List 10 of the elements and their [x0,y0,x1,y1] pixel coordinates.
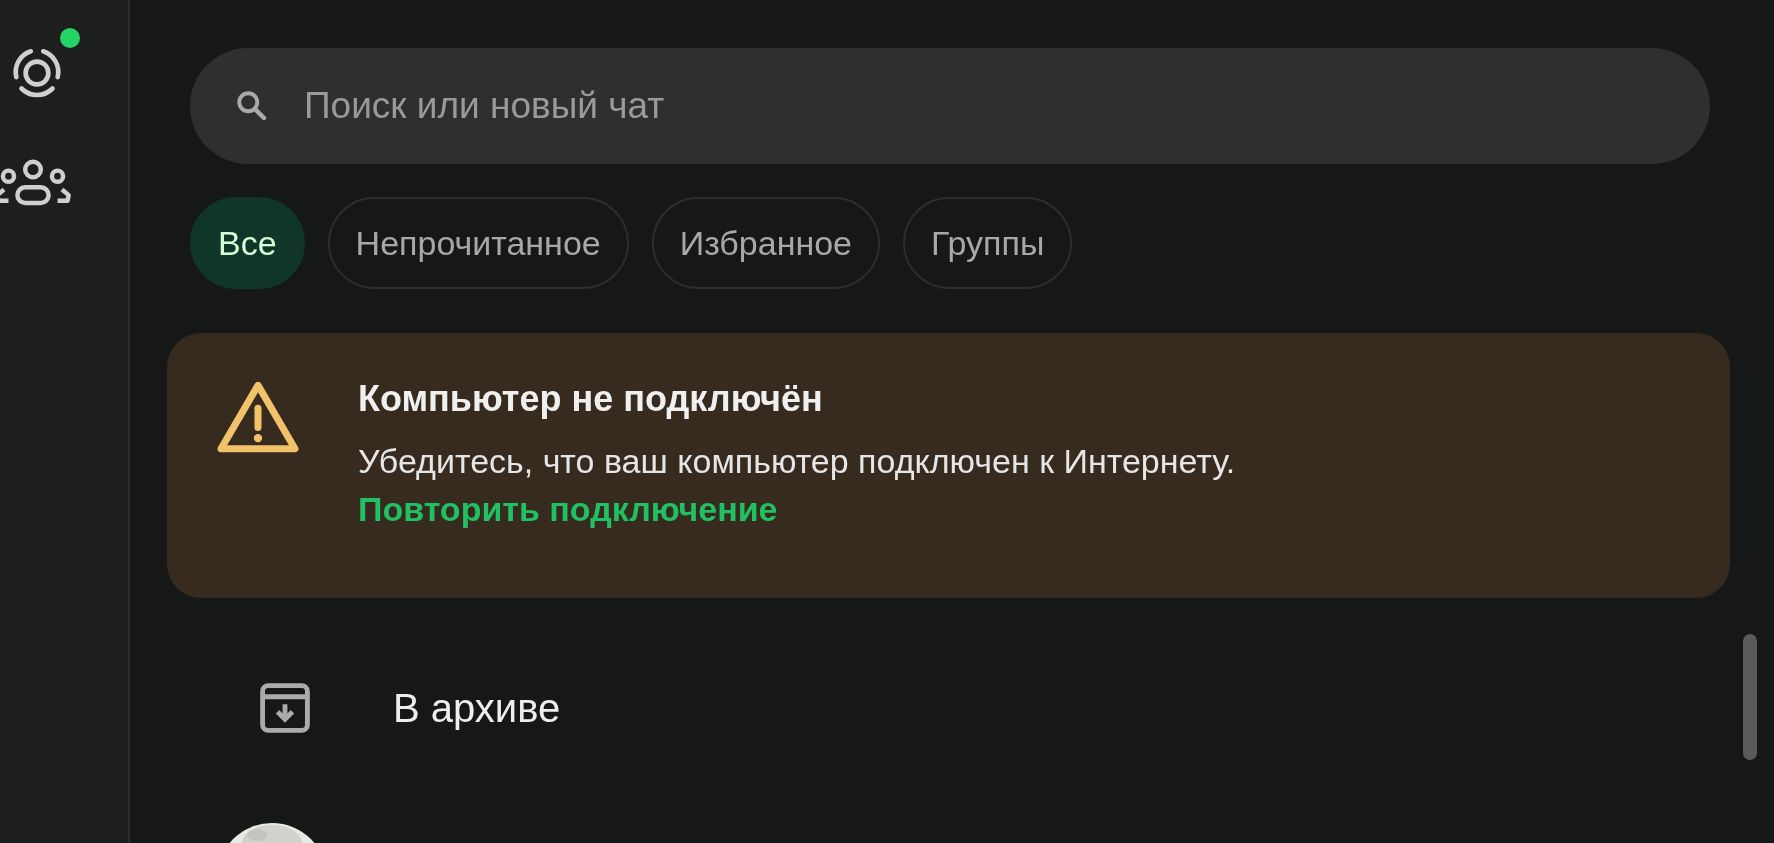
filter-chip[interactable]: Группы [903,197,1073,289]
archive-icon [257,680,313,736]
reconnect-link[interactable]: Повторить подключение [358,487,778,531]
banner-message: Убедитесь, что ваш компьютер подключен к Интернету. [358,441,1236,482]
banner-title: Компьютер не подключён [358,377,823,421]
archived-row[interactable]: В архиве [167,658,1730,758]
filter-chip[interactable]: Непрочитанное [327,197,629,289]
search-field[interactable]: Поиск или новый чат [190,48,1710,164]
filter-chip[interactable]: Избранное [651,197,881,289]
filter-chip[interactable]: Все [190,197,305,289]
